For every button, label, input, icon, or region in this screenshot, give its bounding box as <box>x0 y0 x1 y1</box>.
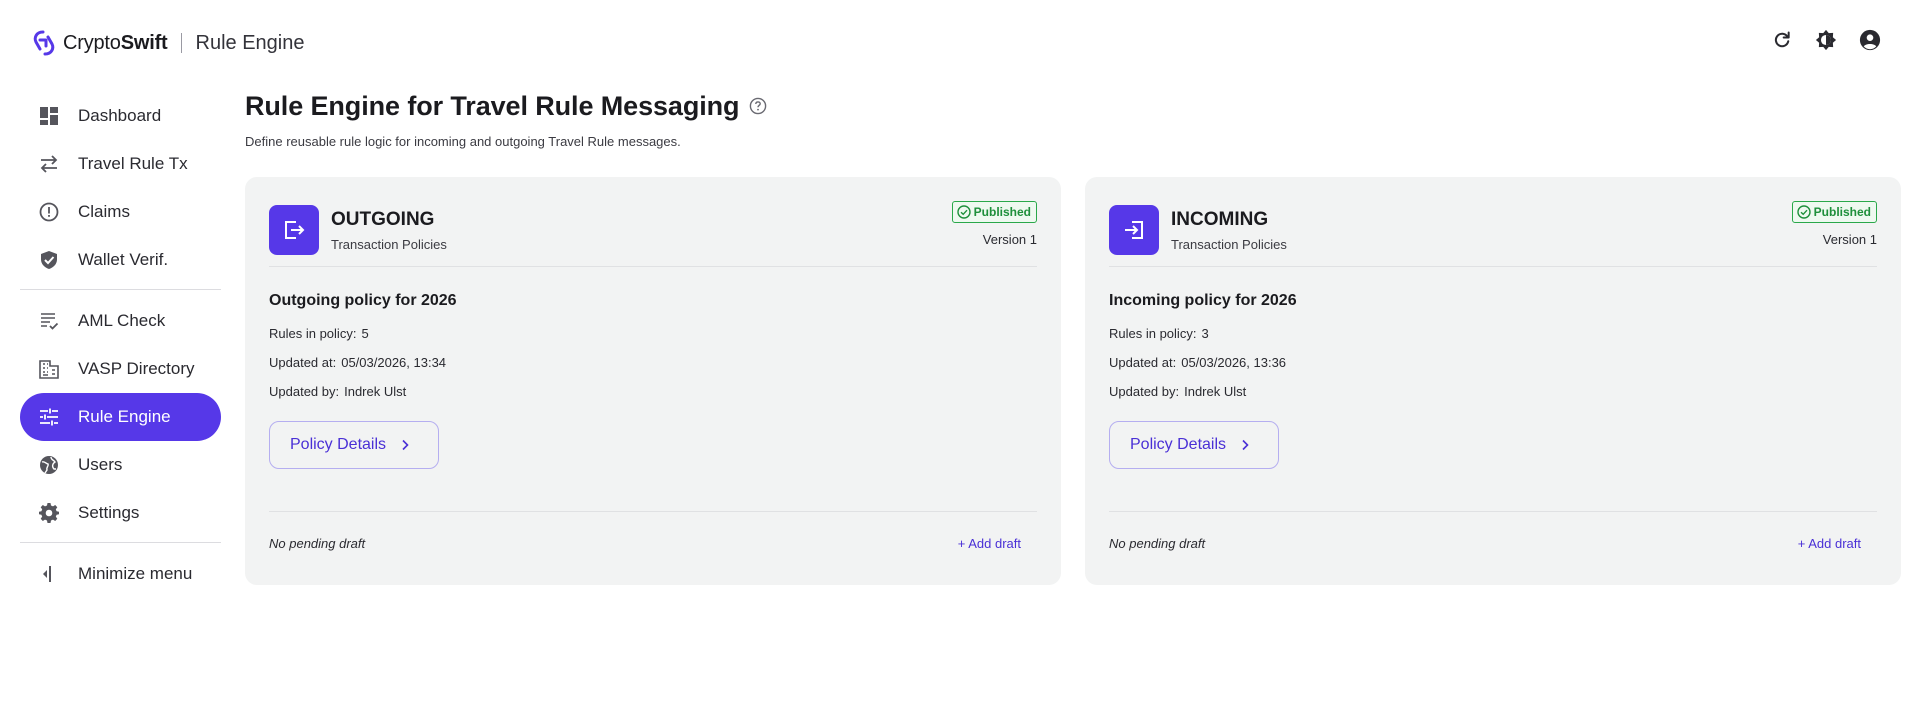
gear-icon <box>38 502 60 524</box>
sidebar-item-label: Wallet Verif. <box>78 250 169 269</box>
page-subtitle: Define reusable rule logic for incoming … <box>245 134 681 149</box>
shield-check-icon <box>38 249 60 271</box>
status-badge: Published <box>1791 201 1877 223</box>
chevron-right-icon <box>402 439 409 451</box>
updated-by-row: Updated by: Indrek Ulst <box>1109 384 1246 399</box>
refresh-icon[interactable] <box>1771 29 1793 51</box>
policy-details-label: Policy Details <box>1130 436 1227 453</box>
draft-status: No pending draft <box>269 536 366 551</box>
policy-version: Version 1 <box>982 232 1037 247</box>
sidebar-item-label: Claims <box>78 202 130 221</box>
updated-by-label: Updated by: <box>1109 384 1180 399</box>
collapse-left-icon <box>38 563 60 585</box>
page-title: Rule Engine for Travel Rule Messaging <box>245 90 740 121</box>
policy-details-button[interactable]: Policy Details <box>269 421 439 469</box>
updated-by-value: Indrek Ulst <box>1184 384 1247 399</box>
help-icon[interactable] <box>749 97 767 115</box>
brand-name: CryptoSwift <box>63 31 168 54</box>
draft-status: No pending draft <box>1109 536 1206 551</box>
card-subtitle: Transaction Policies <box>331 237 447 252</box>
updated-at-label: Updated at: <box>269 355 337 370</box>
rules-count-row: Rules in policy: 3 <box>1109 326 1209 341</box>
policy-details-button[interactable]: Policy Details <box>1109 421 1279 469</box>
sidebar-nav: Dashboard Travel Rule Tx Claims Wallet V… <box>20 92 221 598</box>
rules-count: 5 <box>361 326 369 341</box>
sidebar-item-label: VASP Directory <box>78 359 195 378</box>
building-icon <box>38 358 60 380</box>
sidebar-item-wallet-verif[interactable]: Wallet Verif. <box>20 236 221 284</box>
rules-label: Rules in policy: <box>1109 326 1197 341</box>
updated-at-label: Updated at: <box>1109 355 1177 370</box>
rules-label: Rules in policy: <box>269 326 357 341</box>
add-draft-button[interactable]: + Add draft <box>958 536 1021 551</box>
card-subtitle: Transaction Policies <box>1171 237 1287 252</box>
policy-name: Outgoing policy for 2026 <box>269 292 457 309</box>
minimize-menu-button[interactable]: Minimize menu <box>20 550 221 598</box>
updated-by-label: Updated by: <box>269 384 340 399</box>
updated-at-row: Updated at: 05/03/2026, 13:34 <box>269 355 446 370</box>
policy-version: Version 1 <box>1822 232 1877 247</box>
sidebar-item-label: Rule Engine <box>78 407 171 426</box>
main-content: Rule Engine for Travel Rule Messaging De… <box>245 88 1901 585</box>
policy-details-label: Policy Details <box>290 436 387 453</box>
globe-icon <box>38 454 60 476</box>
sidebar-item-label: AML Check <box>78 311 166 330</box>
outgoing-arrow-icon <box>269 205 319 255</box>
nav-divider <box>20 542 221 543</box>
updated-by-row: Updated by: Indrek Ulst <box>269 384 406 399</box>
sidebar-item-aml-check[interactable]: AML Check <box>20 297 221 345</box>
sliders-icon <box>38 406 60 428</box>
cryptoswift-logo-icon <box>33 30 55 56</box>
brand[interactable]: CryptoSwift Rule Engine <box>31 28 304 58</box>
sidebar-item-claims[interactable]: Claims <box>20 188 221 236</box>
swap-icon <box>38 153 60 175</box>
sidebar-item-label: Dashboard <box>78 106 162 125</box>
outgoing-policy-card: OUTGOING Transaction Policies Published … <box>245 177 1061 585</box>
brand-divider <box>180 33 182 53</box>
app-header: CryptoSwift Rule Engine <box>0 0 1920 84</box>
account-icon[interactable] <box>1859 29 1881 51</box>
sidebar-item-travel-rule-tx[interactable]: Travel Rule Tx <box>20 140 221 188</box>
card-direction-title: OUTGOING <box>331 209 435 230</box>
sidebar-item-label: Settings <box>78 503 140 522</box>
check-circle-icon <box>1796 205 1811 219</box>
sidebar-item-users[interactable]: Users <box>20 441 221 489</box>
minimize-menu-label: Minimize menu <box>78 564 193 583</box>
sidebar-item-vasp-directory[interactable]: VASP Directory <box>20 345 221 393</box>
sidebar-item-settings[interactable]: Settings <box>20 489 221 537</box>
nav-divider <box>20 289 221 290</box>
status-badge-label: Published <box>973 205 1031 219</box>
rules-count-row: Rules in policy: 5 <box>269 326 369 341</box>
list-check-icon <box>38 310 60 332</box>
updated-at-value: 05/03/2026, 13:36 <box>1181 355 1287 370</box>
alert-circle-icon <box>38 201 60 223</box>
header-section-title: Rule Engine <box>195 31 305 54</box>
card-direction-title: INCOMING <box>1171 209 1269 230</box>
incoming-policy-card: INCOMING Transaction Policies Published … <box>1085 177 1901 585</box>
sidebar-item-label: Travel Rule Tx <box>78 154 188 173</box>
chevron-right-icon <box>1242 439 1249 451</box>
incoming-arrow-icon <box>1109 205 1159 255</box>
check-circle-icon <box>956 205 971 219</box>
sidebar-item-label: Users <box>78 455 123 474</box>
dashboard-icon <box>38 105 60 127</box>
theme-icon[interactable] <box>1815 29 1837 51</box>
sidebar-item-rule-engine[interactable]: Rule Engine <box>20 393 221 441</box>
rules-count: 3 <box>1201 326 1209 341</box>
updated-at-value: 05/03/2026, 13:34 <box>341 355 447 370</box>
status-badge: Published <box>951 201 1037 223</box>
updated-at-row: Updated at: 05/03/2026, 13:36 <box>1109 355 1286 370</box>
status-badge-label: Published <box>1813 205 1871 219</box>
updated-by-value: Indrek Ulst <box>344 384 407 399</box>
policy-name: Incoming policy for 2026 <box>1109 292 1297 309</box>
sidebar-item-dashboard[interactable]: Dashboard <box>20 92 221 140</box>
add-draft-button[interactable]: + Add draft <box>1798 536 1861 551</box>
